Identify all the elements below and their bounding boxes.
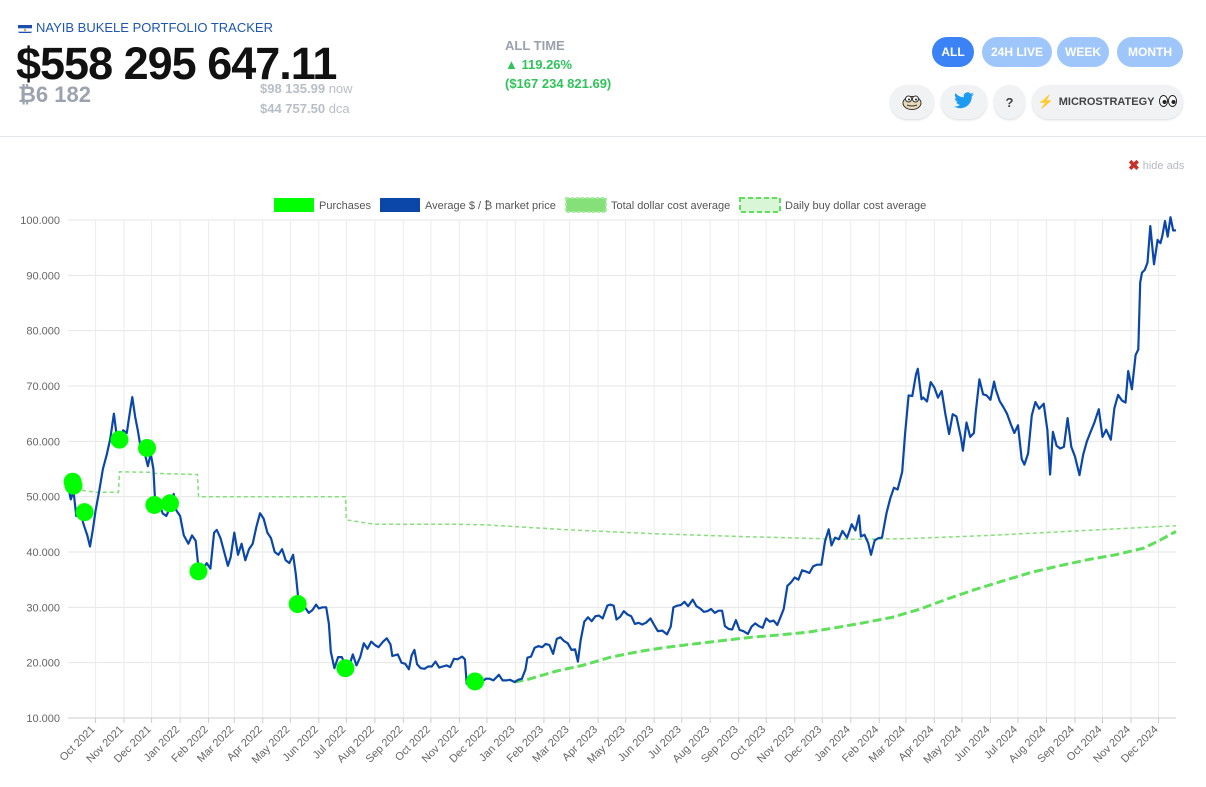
y-tick-label: 20.000 — [26, 658, 60, 670]
hide-ads-link[interactable]: ✖ hide ads — [1128, 157, 1184, 174]
microstrategy-button[interactable]: ⚡ MICROSTRATEGY — [1032, 85, 1183, 119]
eyes-icon — [1159, 94, 1178, 110]
close-icon: ✖ — [1128, 157, 1140, 173]
y-tick-label: 10.000 — [26, 713, 60, 725]
purchase-point — [145, 495, 164, 514]
legend-label: Purchases — [319, 200, 371, 212]
y-tick-label: 30.000 — [26, 602, 60, 614]
y-tick-label: 40.000 — [26, 547, 60, 559]
purchase-point — [138, 438, 157, 457]
purchase-point — [466, 672, 485, 691]
y-tick-label: 80.000 — [26, 326, 60, 338]
purchase-point — [64, 476, 83, 495]
legend-label: Average $ / ₿ market price — [425, 200, 556, 212]
tracker-title-text: NAYIB BUKELE PORTFOLIO TRACKER — [36, 20, 273, 35]
y-tick-label: 60.000 — [26, 436, 60, 448]
legend-swatch — [565, 197, 607, 213]
range-button-month[interactable]: MONTH — [1117, 37, 1183, 67]
price-chart: 10.000 20.000 30.000 40.000 50.000 60.000 70.0… — [20, 197, 1177, 766]
hide-ads-label: hide ads — [1142, 159, 1185, 172]
y-tick-label: 90.000 — [26, 270, 60, 282]
legend-swatch — [274, 198, 314, 212]
legend-swatch — [739, 197, 781, 213]
btc-amount: ₿6 182 — [18, 82, 91, 107]
performance-label: ALL TIME — [505, 38, 565, 53]
y-tick-label: 100.000 — [20, 215, 60, 227]
purchase-point — [160, 494, 179, 513]
legend-swatch — [380, 198, 420, 212]
purchase-point — [189, 562, 208, 581]
performance-percent: ▲ 119.26% — [505, 57, 573, 72]
purchase-point — [75, 503, 94, 522]
purchase-point — [336, 659, 355, 678]
legend-label: Total dollar cost average — [611, 200, 730, 212]
performance-usd: ($167 234 821.69) — [505, 76, 612, 91]
current-price-value: $98 135.99 — [260, 81, 326, 96]
y-tick-label: 50.000 — [26, 492, 60, 504]
pepe-face-icon — [902, 92, 922, 113]
range-button-24h-live[interactable]: 24H LIVE — [982, 37, 1052, 67]
tracker-title: NAYIB BUKELE PORTFOLIO TRACKER — [18, 20, 273, 35]
header: NAYIB BUKELE PORTFOLIO TRACKER $558 295 … — [0, 0, 1206, 137]
twitter-bird-icon — [953, 91, 975, 113]
dca-price-value: $44 757.50 — [260, 101, 326, 116]
twitter-button[interactable] — [941, 85, 987, 119]
current-price: $98 135.99 now — [260, 81, 353, 96]
current-price-label: now — [328, 81, 353, 96]
microstrategy-label: MICROSTRATEGY — [1058, 96, 1155, 108]
help-button[interactable]: ? — [994, 85, 1025, 119]
dca-price: $44 757.50 dca — [260, 101, 350, 116]
el-salvador-flag-icon — [18, 23, 32, 33]
range-button-week[interactable]: WEEK — [1057, 37, 1109, 67]
lightning-icon: ⚡ — [1037, 94, 1054, 109]
y-tick-label: 70.000 — [26, 381, 60, 393]
legend-label: Daily buy dollar cost average — [785, 200, 926, 212]
range-button-all[interactable]: ALL — [932, 37, 974, 67]
pepe-button[interactable] — [890, 85, 934, 119]
dca-price-label: dca — [328, 101, 350, 116]
purchase-point — [288, 595, 307, 614]
purchase-point — [110, 430, 129, 449]
